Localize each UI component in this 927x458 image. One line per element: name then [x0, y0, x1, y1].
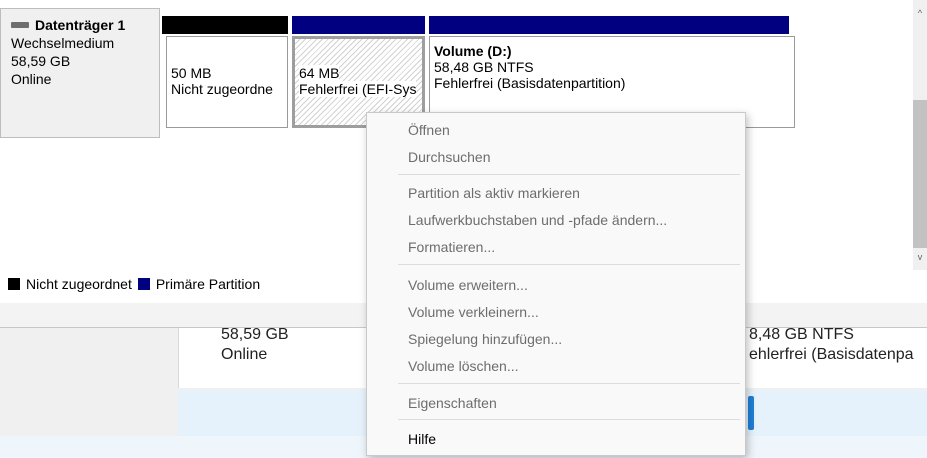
partition-header-volume: [429, 16, 789, 34]
menu-separator: [398, 264, 740, 265]
disk-info-card[interactable]: Datenträger 1 Wechselmedium 58,59 GB Onl…: [0, 8, 160, 138]
disk-size: 58,59 GB: [11, 53, 71, 69]
legend: Nicht zugeordnet Primäre Partition: [8, 276, 260, 292]
menu-separator: [398, 419, 740, 420]
background-disk-size: 58,59 GB: [221, 326, 289, 343]
partition-size: 50 MB: [171, 65, 212, 81]
background-selected-edge: [748, 396, 754, 430]
partition-title: Volume (D:): [434, 43, 512, 59]
legend-label-primary: Primäre Partition: [155, 276, 261, 292]
partition-status: Fehlerfrei (Basisdatenpartition): [434, 75, 626, 91]
menu-item-mark-active[interactable]: Partition als aktiv markieren: [408, 180, 580, 206]
legend-swatch-unallocated: [8, 278, 20, 290]
menu-item-change-drive-letter[interactable]: Laufwerkbuchstaben und -pfade ändern...: [408, 207, 667, 233]
disk-title: Datenträger 1: [35, 17, 126, 33]
menu-item-delete-volume[interactable]: Volume löschen...: [408, 353, 519, 379]
scroll-up-icon[interactable]: ^: [913, 6, 927, 20]
menu-item-add-mirror[interactable]: Spiegelung hinzufügen...: [408, 326, 562, 352]
disk-type: Wechselmedium: [11, 35, 115, 51]
menu-item-extend-volume[interactable]: Volume erweitern...: [408, 272, 528, 298]
menu-item-open[interactable]: Öffnen: [408, 117, 450, 143]
menu-separator: [398, 174, 740, 175]
menu-separator: [398, 383, 740, 384]
menu-item-shrink-volume[interactable]: Volume verkleinern...: [408, 299, 539, 325]
partition-size: 58,48 GB NTFS: [434, 59, 534, 75]
context-menu: Öffnen Durchsuchen Partition als aktiv m…: [366, 112, 746, 456]
scroll-down-icon[interactable]: v: [913, 250, 927, 264]
menu-item-help[interactable]: Hilfe: [408, 426, 436, 452]
disk-status: Online: [11, 71, 52, 87]
menu-item-format[interactable]: Formatieren...: [408, 234, 495, 260]
legend-swatch-primary: [137, 278, 150, 290]
background-volume-size: 8,48 GB NTFS: [749, 326, 854, 343]
scrollbar-thumb[interactable]: [913, 100, 927, 248]
background-volume-status: ehlerfrei (Basisdatenpa: [749, 346, 914, 363]
partition-status: Nicht zugeordne: [171, 81, 273, 97]
background-disk-status: Online: [221, 346, 268, 363]
menu-item-properties[interactable]: Eigenschaften: [408, 390, 497, 416]
menu-item-explore[interactable]: Durchsuchen: [408, 144, 491, 170]
partition-header-efi: [292, 16, 425, 34]
legend-label-unallocated: Nicht zugeordnet: [26, 276, 132, 292]
partition-header-unallocated: [162, 16, 288, 34]
disk-drive-icon: [11, 22, 29, 28]
partition-status: Fehlerfrei (EFI-Sys: [299, 81, 417, 97]
partition-unallocated[interactable]: 50 MB Nicht zugeordne: [166, 36, 288, 128]
partition-size: 64 MB: [299, 65, 340, 81]
